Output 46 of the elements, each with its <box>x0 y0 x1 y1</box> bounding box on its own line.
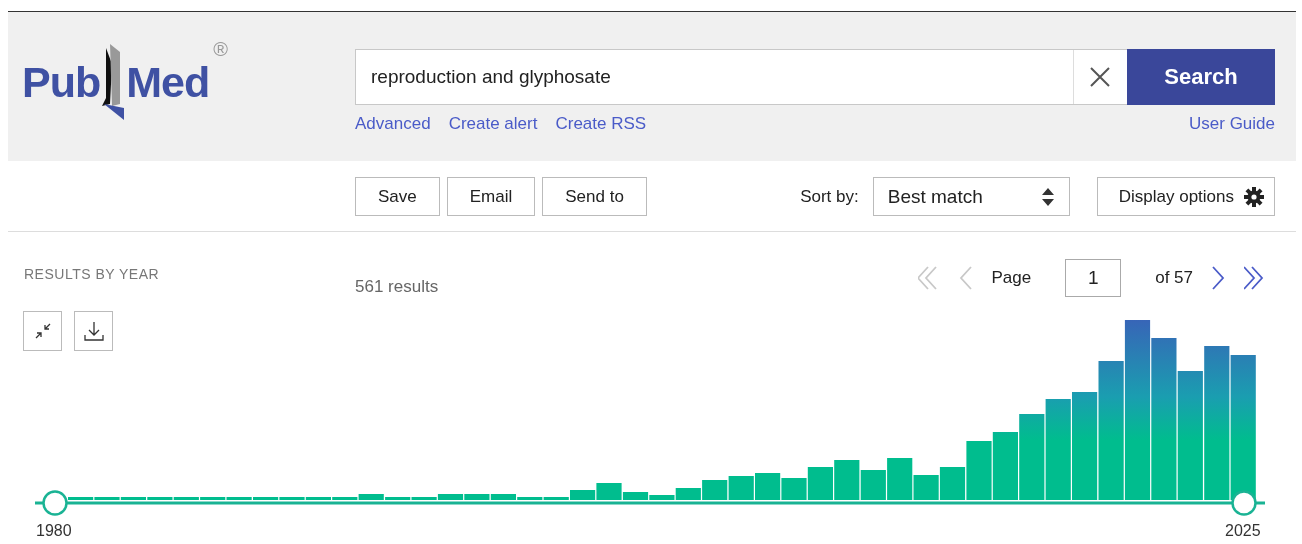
sort-label: Sort by: <box>800 186 859 207</box>
download-icon <box>83 321 104 341</box>
histogram-bar[interactable] <box>1072 392 1098 500</box>
histogram-bar[interactable] <box>1045 399 1071 500</box>
action-button[interactable]: Email <box>446 177 536 216</box>
histogram-bar[interactable] <box>437 494 464 500</box>
histogram-bar[interactable] <box>1177 371 1203 500</box>
search-button[interactable]: Search <box>1127 49 1275 105</box>
histogram-bar[interactable] <box>1230 355 1256 500</box>
histogram-bar[interactable] <box>939 467 966 500</box>
search-link[interactable]: Create alert <box>448 114 538 134</box>
page-field[interactable]: 1 <box>1065 259 1122 297</box>
histogram-bar[interactable] <box>992 432 1018 500</box>
search-field[interactable]: reproduction and glyphosate <box>355 49 1073 105</box>
histogram-bar[interactable] <box>1204 346 1230 500</box>
action-button[interactable]: Save <box>355 177 440 216</box>
year-label: 2025 <box>1225 522 1261 540</box>
collapse-button[interactable] <box>23 311 62 351</box>
settings-icon <box>1244 186 1264 207</box>
double-chevron-icon[interactable] <box>1244 265 1266 291</box>
histogram-bar[interactable] <box>1124 320 1151 500</box>
chevron-icon[interactable] <box>1210 265 1226 291</box>
sort-dropdown[interactable]: Best match <box>872 177 1070 216</box>
slider-handle[interactable] <box>1231 490 1257 516</box>
page-total: of 57 <box>1155 268 1193 288</box>
year-label: 1980 <box>36 522 72 540</box>
download-button[interactable] <box>74 311 113 351</box>
sort-arrows-icon <box>1040 186 1055 207</box>
logo-text: Pub <box>22 60 101 104</box>
search-link[interactable]: Create RSS <box>555 114 647 134</box>
action-button[interactable]: Send to <box>542 177 647 216</box>
section-heading: RESULTS BY YEAR <box>24 266 161 284</box>
page-label: Page <box>991 268 1032 288</box>
histogram-bar[interactable] <box>622 492 649 500</box>
histogram-bar[interactable] <box>1151 338 1177 500</box>
collapse-icon <box>34 323 51 339</box>
display-options-button[interactable]: Display options <box>1096 177 1275 216</box>
user-guide-link[interactable]: User Guide <box>1189 114 1275 134</box>
histogram-bar[interactable] <box>1098 361 1124 500</box>
book-icon <box>100 44 127 120</box>
search-link[interactable]: Advanced <box>355 114 431 134</box>
clear-button[interactable] <box>1073 49 1127 105</box>
logo-text: Med <box>126 60 210 104</box>
slider-handle[interactable] <box>42 490 68 516</box>
close-icon <box>1090 67 1110 87</box>
result-count: 561 results <box>355 276 439 297</box>
